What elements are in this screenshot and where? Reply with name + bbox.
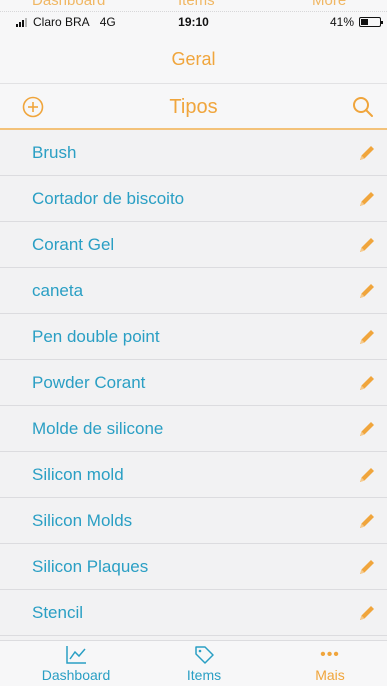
status-bar: Claro BRA 4G 19:10 41%: [0, 12, 387, 34]
ghost-tab-items: Items: [178, 0, 215, 9]
list-item-label: Powder Corant: [32, 373, 146, 392]
list-item[interactable]: Silicon Molds: [0, 498, 387, 544]
ghost-tab-more: More: [312, 0, 347, 9]
list-item[interactable]: Brush: [0, 130, 387, 176]
pencil-icon[interactable]: [357, 603, 377, 623]
pencil-icon[interactable]: [357, 327, 377, 347]
list-item-label: Corant Gel: [32, 235, 115, 254]
battery-percent: 41%: [329, 15, 354, 29]
pencil-icon[interactable]: [357, 143, 377, 163]
clock: 19:10: [178, 15, 209, 29]
pencil-icon[interactable]: [357, 235, 377, 255]
list-item-label: Stencil: [32, 603, 84, 622]
list-item[interactable]: Corant Gel: [0, 222, 387, 268]
pencil-icon[interactable]: [357, 281, 377, 301]
list-item[interactable]: Stencil: [0, 590, 387, 636]
pencil-icon[interactable]: [357, 373, 377, 393]
tag-icon: [195, 646, 214, 664]
page-title: Geral: [171, 49, 216, 69]
list-item-label: Brush: [32, 143, 77, 162]
tab-bar: Dashboard Items ••• Mais: [0, 640, 387, 686]
more-dots-icon: •••: [320, 646, 340, 663]
pencil-icon[interactable]: [357, 465, 377, 485]
list-item[interactable]: Silicon Plaques: [0, 544, 387, 590]
nav-bar: Tipos: [0, 84, 387, 130]
list-item[interactable]: caneta: [0, 268, 387, 314]
pencil-icon[interactable]: [357, 419, 377, 439]
battery-icon: [359, 17, 383, 27]
ghost-tab-dashboard: Dashboard: [32, 0, 106, 9]
tab-more-label: Mais: [315, 667, 345, 683]
list-item[interactable]: Powder Corant: [0, 360, 387, 406]
section-title: Tipos: [169, 96, 218, 118]
list-item[interactable]: Silicon mold: [0, 452, 387, 498]
pencil-icon[interactable]: [357, 511, 377, 531]
tab-dashboard-label: Dashboard: [41, 667, 111, 683]
tab-items-label: Items: [186, 667, 222, 683]
list-item-label: Silicon Molds: [32, 511, 133, 530]
list-item-label: Pen double point: [32, 327, 160, 346]
list-item-label: Silicon Plaques: [32, 557, 149, 576]
ghost-tab-bar: Dashboard Items More: [0, 0, 387, 12]
chart-line-icon: [66, 646, 86, 664]
types-list: Brush Cortador de biscoito Corant Gel canet…: [0, 130, 387, 640]
list-item-label: Molde de silicone: [32, 419, 164, 438]
list-item[interactable]: Molde de silicone: [0, 406, 387, 452]
pencil-icon[interactable]: [357, 189, 377, 209]
tab-items[interactable]: Items: [152, 641, 256, 686]
tab-dashboard[interactable]: Dashboard: [24, 641, 128, 686]
search-icon[interactable]: [351, 95, 375, 119]
page-header: Geral: [0, 34, 387, 84]
battery-info: 41%: [329, 15, 383, 29]
pencil-icon[interactable]: [357, 557, 377, 577]
tab-more[interactable]: ••• Mais: [280, 641, 380, 686]
list-item[interactable]: Pen double point: [0, 314, 387, 360]
list-item-label: Silicon mold: [32, 465, 124, 484]
list-item[interactable]: Cortador de biscoito: [0, 176, 387, 222]
list-item-label: Cortador de biscoito: [32, 189, 185, 208]
list-item-label: caneta: [32, 281, 84, 300]
